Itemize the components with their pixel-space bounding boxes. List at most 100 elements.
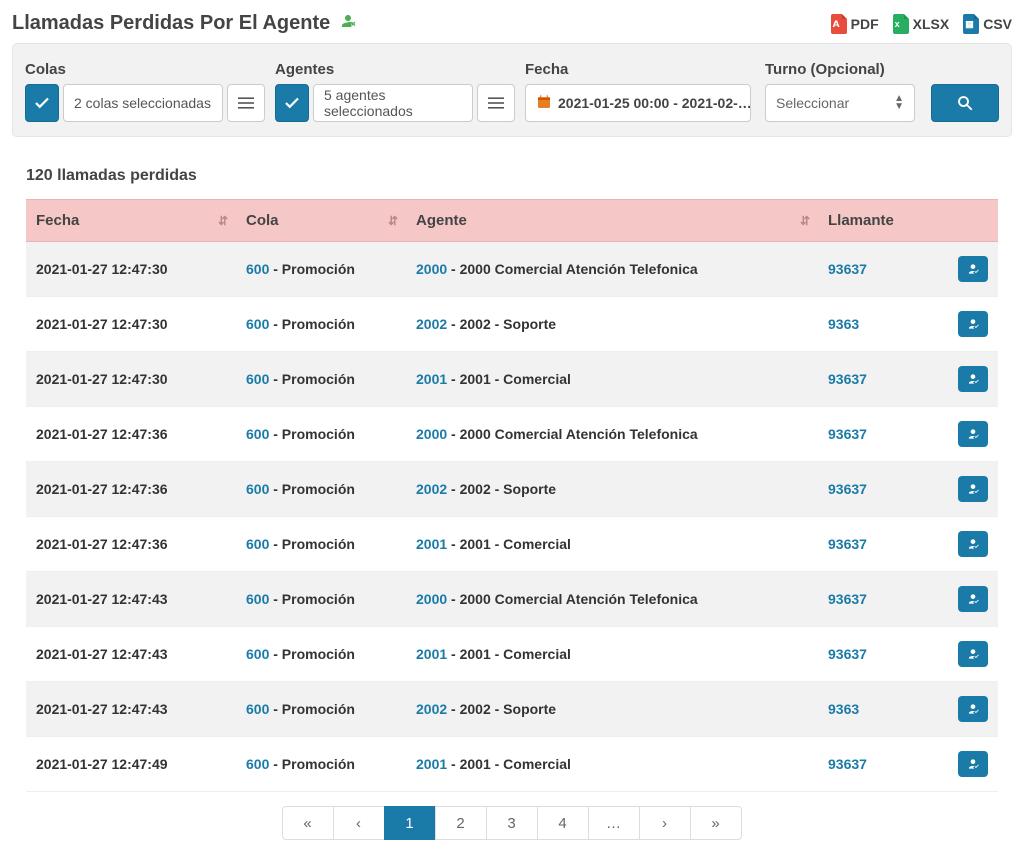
cola-link[interactable]: 600	[246, 371, 269, 387]
llamante-link[interactable]: 93637	[828, 536, 867, 552]
filter-label-fecha: Fecha	[525, 61, 755, 78]
cola-link[interactable]: 600	[246, 316, 269, 332]
contact-button[interactable]	[958, 476, 988, 502]
colas-checkbox[interactable]	[25, 84, 59, 122]
cola-link[interactable]: 600	[246, 701, 269, 717]
page-button[interactable]: ‹	[333, 806, 385, 840]
cell-fecha: 2021-01-27 12:47:43	[26, 682, 236, 737]
cell-cola: 600 - Promoción	[236, 682, 406, 737]
table-row: 2021-01-27 12:47:30600 - Promoción2001 -…	[26, 352, 998, 407]
col-cola[interactable]: Cola ⇵	[236, 200, 406, 242]
sort-icon: ⇵	[218, 214, 228, 228]
pagination: «‹1234…›»	[26, 806, 998, 840]
cell-cola: 600 - Promoción	[236, 297, 406, 352]
cell-agente: 2000 - 2000 Comercial Atención Telefonic…	[406, 572, 818, 627]
contact-button[interactable]	[958, 366, 988, 392]
llamante-link[interactable]: 93637	[828, 261, 867, 277]
cell-fecha: 2021-01-27 12:47:30	[26, 352, 236, 407]
page-button[interactable]: 2	[435, 806, 487, 840]
cell-llamante: 93637	[818, 517, 998, 572]
cola-link[interactable]: 600	[246, 646, 269, 662]
llamante-link[interactable]: 93637	[828, 646, 867, 662]
page-button[interactable]: «	[282, 806, 334, 840]
cell-agente: 2001 - 2001 - Comercial	[406, 627, 818, 682]
contact-button[interactable]	[958, 421, 988, 447]
contact-button[interactable]	[958, 531, 988, 557]
pdf-icon: 𝗔	[831, 14, 847, 34]
llamante-link[interactable]: 93637	[828, 756, 867, 772]
colas-select[interactable]: 2 colas seleccionadas	[63, 84, 223, 122]
page-button[interactable]: 1	[384, 806, 436, 840]
agente-link[interactable]: 2001	[416, 646, 447, 662]
agentes-menu-button[interactable]	[477, 84, 515, 122]
cell-fecha: 2021-01-27 12:47:30	[26, 242, 236, 297]
table-row: 2021-01-27 12:47:36600 - Promoción2002 -…	[26, 462, 998, 517]
agente-link[interactable]: 2002	[416, 481, 447, 497]
cola-link[interactable]: 600	[246, 426, 269, 442]
cell-llamante: 93637	[818, 242, 998, 297]
cell-fecha: 2021-01-27 12:47:43	[26, 572, 236, 627]
sort-icon: ⇵	[800, 214, 810, 228]
cola-link[interactable]: 600	[246, 591, 269, 607]
cola-link[interactable]: 600	[246, 481, 269, 497]
turno-select[interactable]: Seleccionar ▲▼	[765, 84, 915, 122]
agente-link[interactable]: 2000	[416, 261, 447, 277]
cell-cola: 600 - Promoción	[236, 242, 406, 297]
cola-link[interactable]: 600	[246, 756, 269, 772]
cola-link[interactable]: 600	[246, 536, 269, 552]
calendar-icon	[536, 94, 552, 113]
agentes-select[interactable]: 5 agentes seleccionados	[313, 84, 473, 122]
cell-llamante: 93637	[818, 407, 998, 462]
cell-agente: 2000 - 2000 Comercial Atención Telefonic…	[406, 242, 818, 297]
page-button[interactable]: 4	[537, 806, 589, 840]
contact-button[interactable]	[958, 311, 988, 337]
cell-agente: 2002 - 2002 - Soporte	[406, 682, 818, 737]
cell-cola: 600 - Promoción	[236, 352, 406, 407]
missed-calls-table: Fecha ⇵ Cola ⇵ Agente ⇵ Llamante 2021-01…	[26, 199, 998, 792]
col-fecha[interactable]: Fecha ⇵	[26, 200, 236, 242]
xlsx-icon: x	[893, 14, 909, 34]
export-xlsx-button[interactable]: x XLSX	[893, 14, 950, 34]
date-range-input[interactable]: 2021-01-25 00:00 - 2021-02-…	[525, 84, 751, 122]
cell-agente: 2001 - 2001 - Comercial	[406, 352, 818, 407]
agente-link[interactable]: 2001	[416, 756, 447, 772]
cell-cola: 600 - Promoción	[236, 572, 406, 627]
agentes-checkbox[interactable]	[275, 84, 309, 122]
contact-button[interactable]	[958, 641, 988, 667]
llamante-link[interactable]: 9363	[828, 316, 859, 332]
agente-link[interactable]: 2002	[416, 701, 447, 717]
llamante-link[interactable]: 93637	[828, 591, 867, 607]
agente-link[interactable]: 2001	[416, 371, 447, 387]
search-button[interactable]	[931, 84, 999, 122]
table-row: 2021-01-27 12:47:43600 - Promoción2000 -…	[26, 572, 998, 627]
contact-button[interactable]	[958, 586, 988, 612]
export-pdf-button[interactable]: 𝗔 PDF	[831, 14, 879, 34]
contact-button[interactable]	[958, 751, 988, 777]
agente-link[interactable]: 2002	[416, 316, 447, 332]
llamante-link[interactable]: 93637	[828, 426, 867, 442]
cell-llamante: 93637	[818, 627, 998, 682]
agente-link[interactable]: 2000	[416, 426, 447, 442]
cell-cola: 600 - Promoción	[236, 627, 406, 682]
sort-icon: ⇵	[388, 214, 398, 228]
table-row: 2021-01-27 12:47:36600 - Promoción2001 -…	[26, 517, 998, 572]
llamante-link[interactable]: 9363	[828, 701, 859, 717]
agente-link[interactable]: 2001	[416, 536, 447, 552]
page-button[interactable]: …	[588, 806, 640, 840]
table-row: 2021-01-27 12:47:36600 - Promoción2000 -…	[26, 407, 998, 462]
export-csv-button[interactable]: ▦ CSV	[963, 14, 1012, 34]
llamante-link[interactable]: 93637	[828, 481, 867, 497]
agente-link[interactable]: 2000	[416, 591, 447, 607]
llamante-link[interactable]: 93637	[828, 371, 867, 387]
contact-button[interactable]	[958, 696, 988, 722]
page-button[interactable]: »	[690, 806, 742, 840]
page-button[interactable]: ›	[639, 806, 691, 840]
filter-panel: Colas 2 colas seleccionadas Agentes 5 ag…	[12, 43, 1012, 137]
contact-button[interactable]	[958, 256, 988, 282]
cola-link[interactable]: 600	[246, 261, 269, 277]
filter-label-agentes: Agentes	[275, 61, 515, 78]
page-button[interactable]: 3	[486, 806, 538, 840]
col-agente[interactable]: Agente ⇵	[406, 200, 818, 242]
cell-agente: 2001 - 2001 - Comercial	[406, 737, 818, 792]
colas-menu-button[interactable]	[227, 84, 265, 122]
